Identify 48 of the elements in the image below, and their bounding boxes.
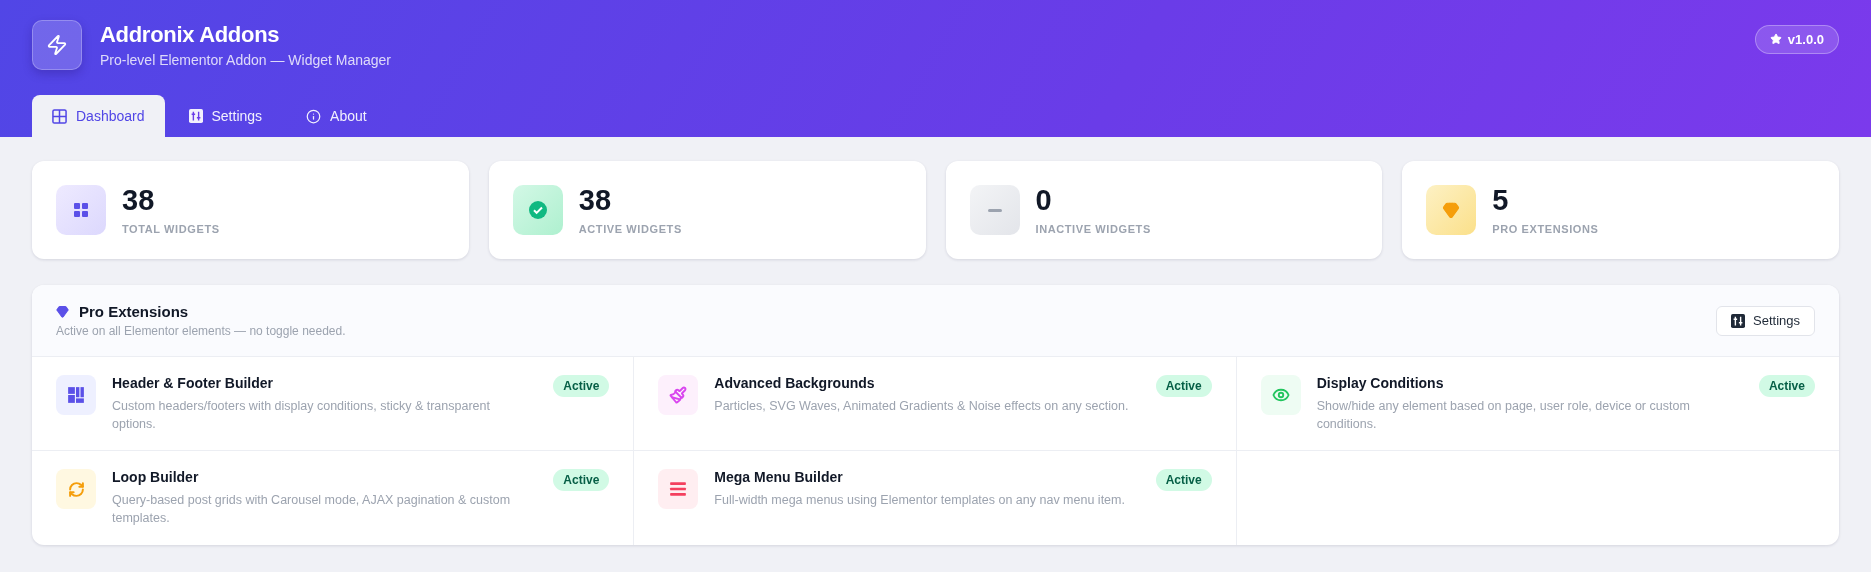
extension-description: Full-width mega menus using Elementor templates on any nav menu item. [714,492,1126,509]
status-badge: Active [1155,375,1212,397]
extension-description: Particles, SVG Waves, Animated Gradients & Noise effects on any section. [714,398,1130,415]
extension-title: Header & Footer Builder [112,375,275,391]
status-badge: Active [553,469,610,491]
stat-value: 38 [578,185,612,215]
check-circle-icon [528,201,547,219]
sliders-icon [1731,313,1745,328]
status-badge: Active [553,375,610,397]
extension-title: Loop Builder [112,469,200,485]
menu-icon [669,480,688,498]
stat-value: 0 [1035,185,1053,215]
panel-title: Pro Extensions [79,303,189,320]
extension-title: Advanced Backgrounds [714,375,876,391]
version-text: v1.0.0 [1787,31,1824,47]
extension-description: Query-based post grids with Carousel mode, AJAX pagination & custom templates. [112,492,512,527]
app-subtitle: Pro-level Elementor Addon — Widget Manager [100,52,393,68]
info-icon [306,108,322,124]
stat-value: 5 [1492,185,1510,215]
eye-icon [1271,386,1290,404]
grid-icon [73,202,89,218]
stat-label: ACTIVE WIDGETS [578,222,682,235]
refresh-icon [67,480,85,498]
minus-icon [987,208,1002,212]
nav-tab[interactable]: Settings [168,95,283,137]
stat-label: PRO EXTENSIONS [1492,222,1599,235]
gem-icon [56,305,69,318]
status-badge: Active [1155,469,1212,491]
extension-title: Mega Menu Builder [714,469,844,485]
settings-button[interactable]: Settings [1716,305,1815,336]
extension-title: Display Conditions [1316,375,1445,391]
logo-icon [32,20,82,70]
paintbrush-icon [669,386,688,404]
app-title: Addronix Addons [100,22,281,48]
layout-icon [67,386,85,404]
status-badge: Active [1758,375,1815,397]
nav-tab[interactable]: Dashboard [32,95,165,137]
nav-tab[interactable]: About [286,95,387,137]
extension-description: Show/hide any element based on page, user role, device or custom conditions. [1316,398,1691,433]
sliders-icon [188,109,203,123]
gem-icon [1442,201,1461,219]
extension-description: Custom headers/footers with display conditions, sticky & transparent options. [112,398,491,433]
stat-value: 38 [122,185,156,215]
grid-icon [52,108,67,124]
star-icon [1769,33,1782,45]
stat-label: INACTIVE WIDGETS [1035,222,1151,235]
stat-label: TOTAL WIDGETS [122,222,220,235]
panel-subtitle: Active on all Elementor elements — no toggle needed. [56,324,346,338]
